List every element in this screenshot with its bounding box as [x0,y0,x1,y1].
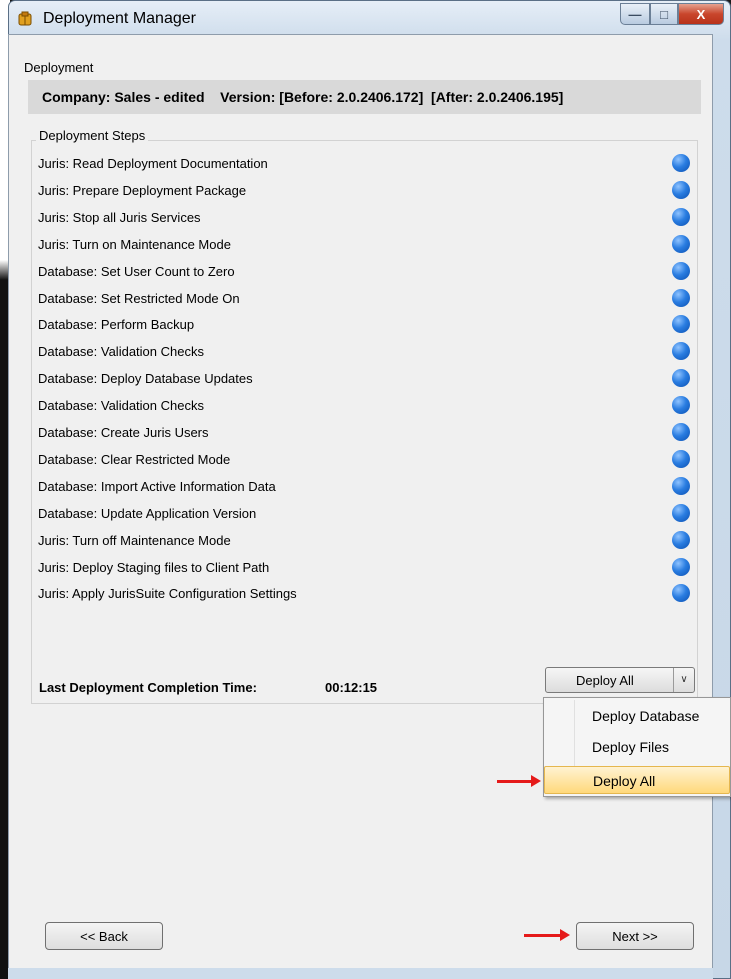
status-dot-icon [672,342,690,361]
step-row: Database: Validation Checks [38,394,690,416]
section-label: Deployment [24,60,94,75]
deploy-mode-dropdown[interactable]: Deploy All ∨ [545,667,695,693]
status-dot-icon [672,476,690,495]
step-label: Database: Set User Count to Zero [38,263,235,279]
deploy-mode-selected: Deploy All [576,673,634,688]
deploy-mode-menu: Deploy Database Deploy Files Deploy All [543,697,731,797]
step-row: Database: Import Active Information Data [38,475,690,497]
step-row: Juris: Prepare Deployment Package [38,179,690,201]
step-label: Database: Import Active Information Data [38,478,276,494]
back-button[interactable]: << Back [45,922,163,950]
step-row: Database: Set Restricted Mode On [38,287,690,309]
status-dot-icon [672,234,690,253]
step-label: Juris: Read Deployment Documentation [38,156,268,171]
status-dot-icon [672,315,690,334]
step-row: Juris: Deploy Staging files to Client Pa… [38,556,690,578]
step-row: Database: Create Juris Users [38,421,690,443]
window-bottom-frame [8,968,713,979]
step-label: Database: Update Application Version [38,505,257,521]
step-label: Juris: Prepare Deployment Package [38,182,247,198]
status-dot-icon [672,180,690,199]
status-dot-icon [672,423,690,441]
step-label: Juris: Turn off Maintenance Mode [38,532,231,548]
app-icon [18,11,32,26]
step-label: Database: Deploy Database Updates [38,371,253,387]
step-label: Database: Validation Checks [38,398,204,414]
step-label: Juris: Deploy Staging files to Client Pa… [38,559,270,575]
company-info-bar: Company: Sales - edited Version: [Before… [28,80,701,114]
status-dot-icon [672,369,690,388]
status-dot-icon [672,154,690,172]
step-label: Juris: Apply JurisSuite Configuration Se… [38,586,297,602]
step-row: Database: Deploy Database Updates [38,367,690,389]
status-dot-icon [672,207,690,226]
step-label: Database: Perform Backup [38,317,195,333]
company-version-text: Company: Sales - edited Version: [Before… [42,89,564,105]
close-icon: X [696,6,706,22]
step-row: Database: Validation Checks [38,340,690,362]
status-dot-icon [672,503,690,522]
step-label: Database: Clear Restricted Mode [38,451,231,467]
step-row: Juris: Turn on Maintenance Mode [38,233,690,255]
annotation-arrow-next [524,929,570,941]
chevron-down-icon[interactable]: ∨ [673,668,694,692]
step-row: Juris: Stop all Juris Services [38,206,690,228]
minimize-icon: — [628,6,642,22]
completion-time-value: 00:12:15 [325,680,378,695]
status-dot-icon [672,396,690,415]
window-title: Deployment Manager [43,10,196,27]
menu-item-deploy-all[interactable]: Deploy All [544,766,730,794]
close-button[interactable]: X [678,3,724,25]
minimize-button[interactable]: — [620,3,650,25]
steps-group-title: Deployment Steps [36,128,149,143]
status-dot-icon [672,557,690,576]
step-label: Juris: Turn on Maintenance Mode [38,236,231,252]
step-row: Juris: Turn off Maintenance Mode [38,529,690,551]
step-label: Database: Validation Checks [38,344,204,360]
status-dot-icon [672,288,690,307]
status-dot-icon [672,530,690,549]
step-label: Database: Set Restricted Mode On [38,290,240,306]
step-label: Database: Create Juris Users [38,425,209,440]
step-row: Database: Update Application Version [38,502,690,524]
step-label: Juris: Stop all Juris Services [38,209,201,225]
step-row: Database: Set User Count to Zero [38,260,690,282]
maximize-icon: □ [660,6,668,22]
step-row: Juris: Apply JurisSuite Configuration Se… [38,582,690,604]
maximize-button[interactable]: □ [650,3,678,25]
status-dot-icon [672,261,690,280]
menu-item-deploy-files[interactable]: Deploy Files [544,733,730,761]
status-dot-icon [672,584,690,603]
next-button[interactable]: Next >> [576,922,694,950]
step-row: Database: Clear Restricted Mode [38,448,690,470]
step-row: Database: Perform Backup [38,313,690,335]
status-dot-icon [672,449,690,468]
completion-time-label: Last Deployment Completion Time: [39,680,257,695]
title-bar[interactable]: Deployment Manager — □ X [9,1,730,35]
step-row: Juris: Read Deployment Documentation [38,152,690,174]
annotation-arrow-deploy-all [497,775,541,787]
menu-item-deploy-database[interactable]: Deploy Database [544,702,730,730]
